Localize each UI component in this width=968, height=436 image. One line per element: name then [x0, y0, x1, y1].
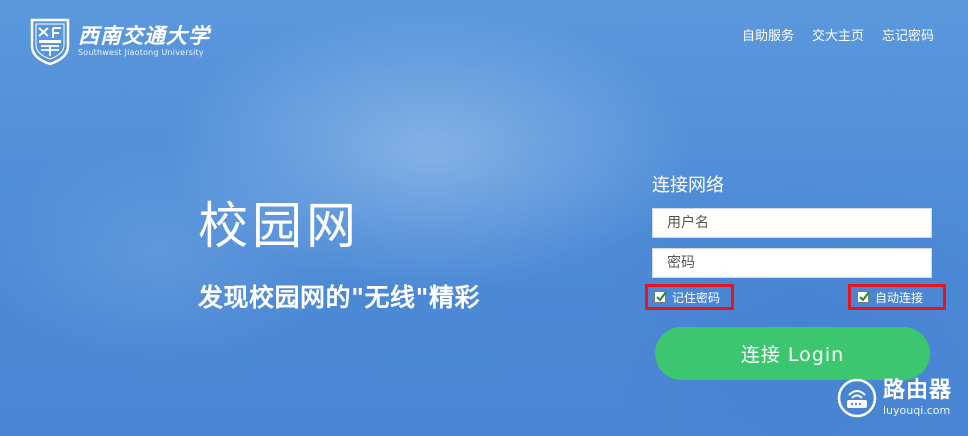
checkmark-icon	[654, 291, 667, 303]
watermark-domain-text: luyouqi.com	[882, 404, 951, 417]
hero-title: 校园网	[198, 197, 360, 255]
nav-forgot-password-link[interactable]: 忘记密码	[882, 25, 934, 44]
username-input[interactable]	[652, 208, 932, 238]
password-input[interactable]	[652, 248, 932, 278]
watermark-chinese-text: 路由器	[882, 378, 952, 403]
hero-subtitle: 发现校园网的"无线"精彩	[198, 283, 481, 312]
university-logo[interactable]: 西南交通大学 Southwest Jiaotong University	[26, 16, 210, 66]
auto-connect-label: 自动连接	[875, 290, 924, 305]
university-emblem-icon	[30, 18, 70, 66]
nav-homepage-link[interactable]: 交大主页	[812, 25, 864, 44]
router-icon	[837, 378, 877, 418]
logo-chinese-name: 西南交通大学	[78, 23, 210, 48]
checkmark-icon	[857, 291, 870, 303]
login-panel-title: 连接网络	[652, 175, 724, 196]
site-watermark: 路由器 luyouqi.com	[837, 378, 952, 418]
auto-connect-checkbox[interactable]: 自动连接	[848, 284, 946, 310]
remember-password-checkbox[interactable]: 记住密码	[645, 284, 734, 310]
logo-english-name: Southwest Jiaotong University	[78, 48, 204, 57]
nav-self-service-link[interactable]: 自助服务	[742, 25, 794, 44]
top-navigation: 自助服务 交大主页 忘记密码	[742, 25, 934, 44]
remember-password-label: 记住密码	[672, 290, 721, 305]
login-button[interactable]: 连接 Login	[655, 327, 930, 380]
